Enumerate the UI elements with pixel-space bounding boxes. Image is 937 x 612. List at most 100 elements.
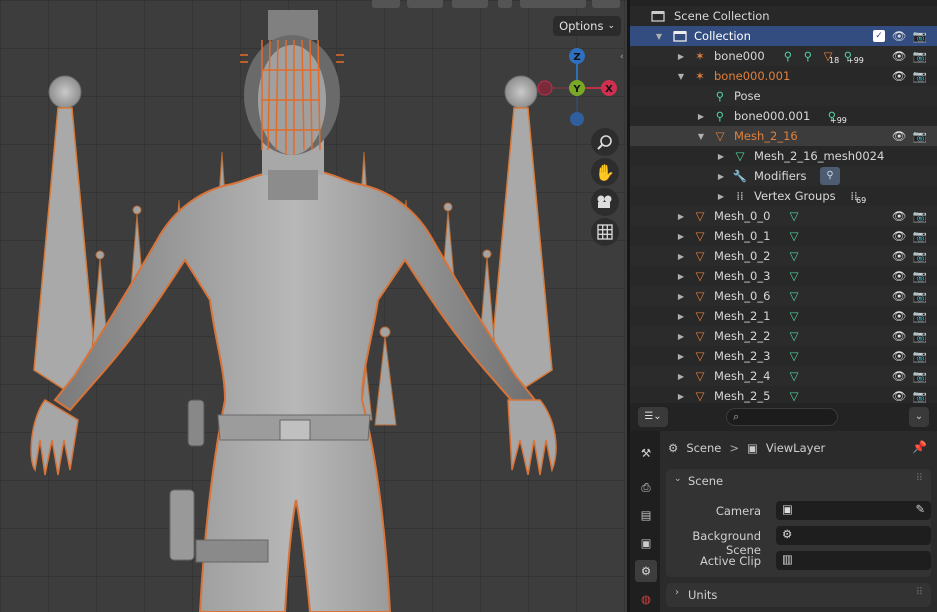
armature-modifier-icon[interactable]: ⚲ xyxy=(820,167,840,185)
expand-triangle-icon[interactable]: ▼ xyxy=(696,132,706,141)
collapse-arrow-icon[interactable]: ‹ xyxy=(620,52,624,62)
eyedropper-icon[interactable]: ✎ xyxy=(915,502,925,516)
camera-icon[interactable]: 📷 xyxy=(913,289,927,303)
properties-editor[interactable]: ☰⌄ ⌕ ⌄ ⚒ ⎙ ▤ ▣ ⚙ ◍ ⚙ Scene > ▣ ViewLayer… xyxy=(630,403,937,612)
tool-tab-icon[interactable]: ⚒ xyxy=(635,442,657,464)
expand-triangle-icon[interactable]: ▶ xyxy=(716,192,726,201)
outliner-item-bone000[interactable]: ▶ ✶ bone000 ⚲ ⚲ ▽ 18 ⚲ +99 👁 📷 xyxy=(630,46,937,66)
camera-icon[interactable]: 📷 xyxy=(913,209,927,223)
camera-icon[interactable]: 📷 xyxy=(913,369,927,383)
view-layer-tab-icon[interactable]: ▣ xyxy=(635,532,657,554)
outliner-item-mesh[interactable]: ▶ ▽ Mesh_0_3 ▽ 👁 📷 xyxy=(630,266,937,286)
expand-triangle-icon[interactable]: ▼ xyxy=(654,32,664,41)
pin-icon[interactable]: 📌 xyxy=(912,440,927,454)
eye-icon[interactable]: 👁 xyxy=(892,69,907,83)
expand-triangle-icon[interactable]: ▶ xyxy=(676,252,686,261)
outliner-item-mesh[interactable]: ▶ ▽ Mesh_0_1 ▽ 👁 📷 xyxy=(630,226,937,246)
expand-triangle-icon[interactable]: ▶ xyxy=(716,172,726,181)
expand-triangle-icon[interactable]: ▶ xyxy=(696,112,706,121)
camera-icon[interactable]: 📷 xyxy=(913,249,927,263)
camera-icon[interactable]: 📷 xyxy=(913,349,927,363)
eye-icon[interactable]: 👁 xyxy=(892,369,907,383)
expand-triangle-icon[interactable]: ▶ xyxy=(676,52,686,61)
outliner-item-modifiers[interactable]: ▶ 🔧 Modifiers ⚲ xyxy=(630,166,937,186)
eye-icon[interactable]: 👁 xyxy=(892,49,907,63)
camera-icon[interactable]: 📷 xyxy=(913,29,927,43)
units-panel[interactable]: › Units ⠿ xyxy=(666,583,931,607)
expand-triangle-icon[interactable]: ▶ xyxy=(676,312,686,321)
zoom-icon[interactable] xyxy=(591,128,619,156)
outliner-item-mesh[interactable]: ▶ ▽ Mesh_2_1 ▽ 👁 📷 xyxy=(630,306,937,326)
camera-icon[interactable]: 📷 xyxy=(913,49,927,63)
drag-handle-icon[interactable]: ⠿ xyxy=(916,473,923,484)
camera-field[interactable]: ▣ ✎ xyxy=(776,501,931,520)
scene-panel-header[interactable]: ⌄ Scene ⠿ xyxy=(666,469,931,493)
outliner-item-mesh-data[interactable]: ▶ ▽ Mesh_2_16_mesh0024 xyxy=(630,146,937,166)
grid-icon[interactable] xyxy=(591,218,619,246)
expand-triangle-icon[interactable]: ▼ xyxy=(676,72,686,81)
snap-dropdown[interactable] xyxy=(452,0,488,8)
render-tab-icon[interactable]: ⎙ xyxy=(635,476,657,498)
expand-triangle-icon[interactable]: ▶ xyxy=(716,152,726,161)
world-tab-icon[interactable]: ◍ xyxy=(635,588,657,610)
camera-icon[interactable] xyxy=(591,188,619,216)
transform-dropdown[interactable] xyxy=(372,0,400,8)
checkbox-icon[interactable]: ✓ xyxy=(873,30,885,42)
outliner-item-mesh[interactable]: ▶ ▽ Mesh_0_2 ▽ 👁 📷 xyxy=(630,246,937,266)
output-tab-icon[interactable]: ▤ xyxy=(635,504,657,526)
editor-type-dropdown[interactable]: ☰⌄ xyxy=(638,407,668,427)
camera-icon[interactable]: 📷 xyxy=(913,269,927,283)
background-scene-field[interactable]: ⚙ xyxy=(776,526,931,545)
expand-triangle-icon[interactable]: ▶ xyxy=(676,392,686,401)
arm-bone-left[interactable] xyxy=(33,75,97,391)
scene-tab-icon[interactable]: ⚙ xyxy=(635,560,657,582)
outliner-item-mesh[interactable]: ▶ ▽ Mesh_2_3 ▽ 👁 📷 xyxy=(630,346,937,366)
properties-search-input[interactable]: ⌕ xyxy=(726,408,838,426)
outliner-item-mesh[interactable]: ▶ ▽ Mesh_2_2 ▽ 👁 📷 xyxy=(630,326,937,346)
expand-triangle-icon[interactable]: ▶ xyxy=(676,332,686,341)
chevron-down-icon[interactable]: ⌄ xyxy=(909,407,929,427)
expand-triangle-icon[interactable]: ▶ xyxy=(676,232,686,241)
head-mesh[interactable] xyxy=(240,10,344,155)
outliner-item-bone000-001[interactable]: ▼ ✶ bone000.001 👁 📷 xyxy=(630,66,937,86)
outliner-item-mesh[interactable]: ▶ ▽ Mesh_2_4 ▽ 👁 📷 xyxy=(630,366,937,386)
shading-buttons[interactable] xyxy=(520,0,586,8)
expand-triangle-icon[interactable]: ▶ xyxy=(676,292,686,301)
scene-collection-row[interactable]: Scene Collection xyxy=(630,6,937,26)
outliner-item-vertex-groups[interactable]: ▶ ⁞⁞ Vertex Groups ⁞⁞ 69 xyxy=(630,186,937,206)
body-mesh[interactable] xyxy=(53,130,537,612)
eye-icon[interactable]: 👁 xyxy=(892,249,907,263)
camera-icon[interactable]: 📷 xyxy=(913,229,927,243)
options-button[interactable]: Options ⌄ xyxy=(553,16,621,36)
camera-icon[interactable]: 📷 xyxy=(913,329,927,343)
eye-icon[interactable]: 👁 xyxy=(892,349,907,363)
shading-dropdown[interactable] xyxy=(592,0,620,8)
outliner-item-bone000-001-data[interactable]: ▶ ⚲ bone000.001 ⚲ +99 xyxy=(630,106,937,126)
active-clip-field[interactable]: ▥ xyxy=(776,551,931,570)
navigation-gizmo[interactable]: Z Y X xyxy=(533,44,621,132)
expand-triangle-icon[interactable]: ▶ xyxy=(676,212,686,221)
eye-icon[interactable]: 👁 xyxy=(892,269,907,283)
hand-icon[interactable]: ✋ xyxy=(591,158,619,186)
eye-icon[interactable]: 👁 xyxy=(892,309,907,323)
eye-icon[interactable]: 👁 xyxy=(892,209,907,223)
outliner-item-mesh[interactable]: ▶ ▽ Mesh_2_5 ▽ 👁 📷 xyxy=(630,386,937,403)
camera-icon[interactable]: 📷 xyxy=(913,309,927,323)
eye-icon[interactable]: 👁 xyxy=(892,289,907,303)
eye-icon[interactable]: 👁 xyxy=(892,229,907,243)
pivot-dropdown[interactable] xyxy=(407,0,443,8)
expand-triangle-icon[interactable]: ▶ xyxy=(676,372,686,381)
outliner-item-mesh-2-16[interactable]: ▼ ▽ Mesh_2_16 👁 📷 xyxy=(630,126,937,146)
expand-triangle-icon[interactable]: ▶ xyxy=(676,352,686,361)
outliner-item-pose[interactable]: ⚲ Pose xyxy=(630,86,937,106)
camera-icon[interactable]: 📷 xyxy=(913,389,927,403)
eye-icon[interactable]: 👁 xyxy=(892,129,907,143)
drag-handle-icon[interactable]: ⠿ xyxy=(916,587,923,598)
eye-icon[interactable]: 👁 xyxy=(892,329,907,343)
camera-icon[interactable]: 📷 xyxy=(913,69,927,83)
3d-viewport[interactable]: Options ⌄ Z Y X ✋ ‹ xyxy=(0,0,627,612)
outliner-item-mesh[interactable]: ▶ ▽ Mesh_0_6 ▽ 👁 📷 xyxy=(630,286,937,306)
outliner-item-mesh[interactable]: ▶ ▽ Mesh_0_0 ▽ 👁 📷 xyxy=(630,206,937,226)
eye-icon[interactable]: 👁 xyxy=(892,29,907,43)
expand-triangle-icon[interactable]: ▶ xyxy=(676,272,686,281)
